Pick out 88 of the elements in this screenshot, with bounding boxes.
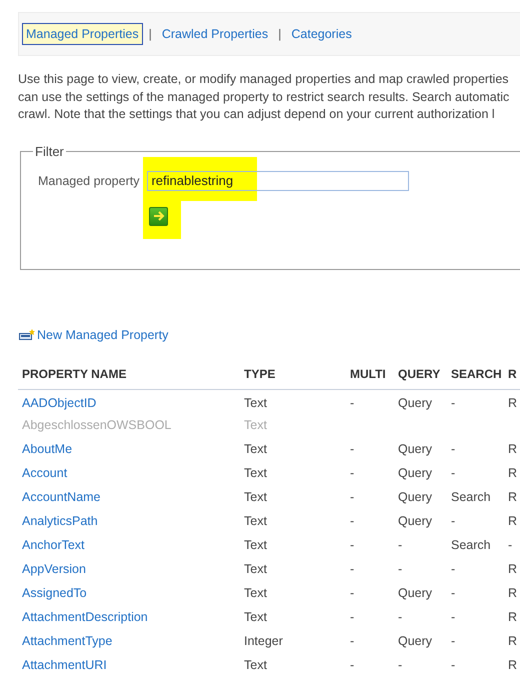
table-cell: -	[398, 538, 402, 552]
go-button[interactable]	[149, 206, 168, 226]
property-link[interactable]: Account	[22, 466, 68, 480]
table-cell: -	[451, 442, 456, 456]
property-link[interactable]: AppVersion	[22, 562, 86, 576]
table-cell: -	[350, 586, 354, 600]
table-cell: -	[451, 658, 456, 672]
table-cell: Text	[244, 514, 267, 528]
table-cell: -	[350, 634, 354, 648]
nav-separator: |	[148, 27, 152, 41]
table-cell: R	[508, 610, 518, 624]
property-link[interactable]: AttachmentType	[22, 634, 112, 648]
table-cell: Text	[244, 442, 267, 456]
table-cell: R	[508, 396, 518, 410]
table-cell: -	[451, 610, 456, 624]
new-property-link[interactable]: New Managed Property	[37, 328, 168, 342]
table-cell: -	[350, 396, 354, 410]
table-cell: Query	[398, 442, 432, 456]
table-cell: Search	[451, 538, 491, 552]
table-cell: Text	[244, 396, 267, 410]
field-label: Managed property	[38, 174, 140, 188]
property-link[interactable]: AboutMe	[22, 442, 72, 456]
table-cell: Text	[244, 538, 267, 552]
table-cell: Search	[451, 490, 491, 504]
table-cell: Text	[244, 562, 267, 576]
table-cell: Text	[244, 586, 267, 600]
table-cell: Text	[244, 610, 267, 624]
table-cell: R	[508, 514, 518, 528]
column-header: PROPERTY NAME	[18, 366, 240, 389]
table-cell: -	[451, 586, 456, 600]
column-header: R	[504, 366, 520, 389]
column-header: QUERY	[394, 366, 447, 389]
table-cell: -	[350, 466, 354, 480]
table-cell: -	[350, 490, 354, 504]
table-cell: -	[451, 514, 456, 528]
table-cell: -	[451, 396, 456, 410]
property-link[interactable]: AADObjectID	[22, 396, 96, 410]
table-cell: R	[508, 490, 518, 504]
table-cell: -	[451, 562, 456, 576]
table-cell: Query	[398, 490, 432, 504]
arrow-icon	[152, 209, 166, 223]
table-cell: -	[398, 610, 402, 624]
table-cell: Text	[244, 658, 267, 672]
nav-link[interactable]: Managed Properties	[22, 23, 143, 45]
table-cell: R	[508, 442, 518, 456]
table-cell: -	[398, 658, 402, 672]
property-link[interactable]: AccountName	[22, 490, 101, 504]
column-header: TYPE	[240, 366, 346, 389]
table-cell: -	[350, 658, 354, 672]
table-cell: Integer	[244, 634, 283, 648]
table-cell: -	[451, 466, 456, 480]
column-header: SEARCH	[447, 366, 504, 389]
table-cell: -	[350, 562, 354, 576]
column-header: MULTI	[346, 366, 394, 389]
property-link[interactable]: AnchorText	[22, 538, 85, 552]
property-link[interactable]: AnalyticsPath	[22, 514, 98, 528]
search-field[interactable]: refinablestring	[147, 170, 410, 190]
table-cell: Query	[398, 514, 432, 528]
table-cell: -	[451, 634, 456, 648]
table-cell: R	[508, 466, 518, 480]
table-cell: R	[508, 658, 518, 672]
table-cell: Query	[398, 586, 432, 600]
table-cell: -	[398, 562, 402, 576]
table-cell: -	[350, 514, 354, 528]
nav-link[interactable]: Crawled Properties	[158, 23, 272, 45]
table-cell: -	[350, 610, 354, 624]
table-cell: -	[350, 538, 354, 552]
table-cell: -	[350, 442, 354, 456]
nav-separator: |	[278, 27, 282, 41]
table-cell: Text	[244, 490, 267, 504]
description-text: Use this page to view, create, or modify managed properties and map crawled properties	[18, 71, 510, 88]
table-cell: Query	[398, 396, 432, 410]
table-cell: -	[508, 538, 512, 552]
new-item-icon	[19, 328, 35, 340]
table-cell: Text	[244, 418, 267, 432]
table-cell: Query	[398, 466, 432, 480]
property-link[interactable]: AssignedTo	[22, 586, 87, 600]
table-cell: Query	[398, 634, 432, 648]
table-cell: R	[508, 634, 518, 648]
nav-link[interactable]: Categories	[287, 23, 356, 45]
table-cell: R	[508, 586, 518, 600]
property-link[interactable]: AttachmentURI	[22, 658, 107, 672]
description-text: can use the settings of the managed property to restrict search results. Search automatic	[18, 88, 510, 106]
filter-legend: Filter	[33, 144, 66, 158]
table-cell: Text	[244, 466, 267, 480]
property-link[interactable]: AttachmentDescription	[22, 610, 148, 624]
table-cell: R	[508, 562, 518, 576]
description-text: crawl. Note that the settings that you can adjust depend on your current authorization l	[18, 106, 496, 123]
